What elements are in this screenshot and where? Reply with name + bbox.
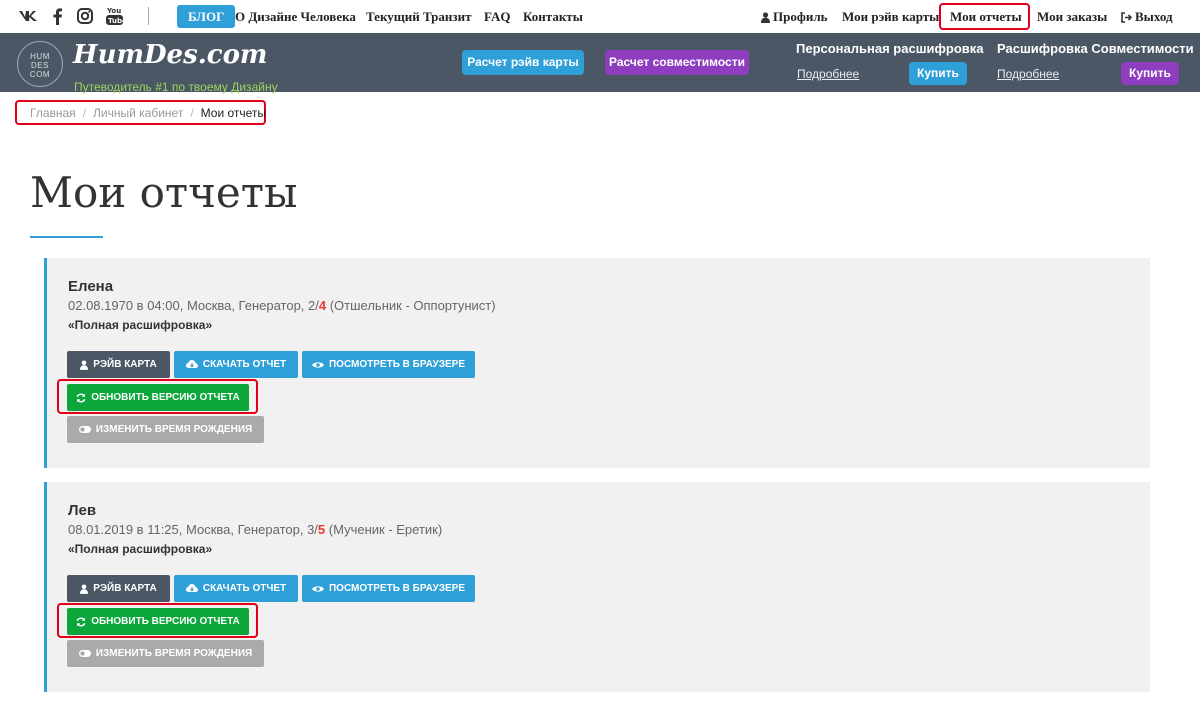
eye-icon xyxy=(311,585,324,592)
compat-decode-title: Расшифровка Совместимости xyxy=(997,41,1194,56)
facebook-icon[interactable] xyxy=(53,8,62,25)
compat-calc-button[interactable]: Расчет совместимости xyxy=(605,50,749,75)
report-profile-name: (Отшельник - Оппортунист) xyxy=(326,298,496,313)
user-icon xyxy=(80,583,89,594)
toggle-icon xyxy=(78,650,91,657)
rave-maps-link[interactable]: Мои рэйв карты xyxy=(842,9,939,25)
download-report-label: СКАЧАТЬ ОТЧЕТ xyxy=(202,583,287,594)
breadcrumb-cabinet[interactable]: Личный кабинет xyxy=(93,106,183,120)
refresh-icon xyxy=(76,617,86,626)
personal-buy-button[interactable]: Купить xyxy=(909,62,967,85)
breadcrumb-separator: / xyxy=(190,106,194,120)
view-in-browser-label: ПОСМОТРЕТЬ В БРАУЗЕРЕ xyxy=(328,359,465,370)
logo-emblem[interactable]: HUM DES COM xyxy=(17,41,63,87)
update-report-label: ОБНОВИТЬ ВЕРСИЮ ОТЧЕТА xyxy=(91,392,240,403)
compat-buy-button[interactable]: Купить xyxy=(1121,62,1179,85)
logo-tagline: Путеводитель #1 по твоему Дизайну xyxy=(74,80,278,94)
personal-decode-title: Персональная расшифровка xyxy=(796,41,984,56)
profile-label: Профиль xyxy=(773,9,828,24)
cloud-download-icon xyxy=(185,360,198,368)
view-in-browser-button[interactable]: ПОСМОТРЕТЬ В БРАУЗЕРЕ xyxy=(302,575,475,602)
update-report-label: ОБНОВИТЬ ВЕРСИЮ ОТЧЕТА xyxy=(91,616,240,627)
report-birth-info: 08.01.2019 в 11:25, Москва, Генератор, 3… xyxy=(68,522,442,537)
breadcrumb-separator: / xyxy=(82,106,87,120)
nav-contacts[interactable]: Контакты xyxy=(523,9,583,25)
svg-text:Tube: Tube xyxy=(108,17,123,25)
refresh-icon xyxy=(76,393,86,402)
instagram-icon[interactable] xyxy=(77,8,93,24)
logout-icon xyxy=(1121,11,1132,23)
change-birth-time-button[interactable]: ИЗМЕНИТЬ ВРЕМЯ РОЖДЕНИЯ xyxy=(67,416,264,443)
report-card: Лев 08.01.2019 в 11:25, Москва, Генерато… xyxy=(44,482,1150,692)
breadcrumb: Главная / Личный кабинет / Мои отчеты xyxy=(30,106,266,120)
rave-map-button[interactable]: РЭЙВ КАРТА xyxy=(67,351,170,378)
view-in-browser-button[interactable]: ПОСМОТРЕТЬ В БРАУЗЕРЕ xyxy=(302,351,475,378)
update-report-button[interactable]: ОБНОВИТЬ ВЕРСИЮ ОТЧЕТА xyxy=(67,384,249,411)
logout-label: Выход xyxy=(1135,9,1173,24)
change-birth-time-label: ИЗМЕНИТЬ ВРЕМЯ РОЖДЕНИЯ xyxy=(95,648,253,659)
toggle-icon xyxy=(78,426,91,433)
top-divider xyxy=(148,7,149,25)
compat-more-link[interactable]: Подробнее xyxy=(997,67,1059,81)
logout-link[interactable]: Выход xyxy=(1121,9,1173,25)
user-icon xyxy=(761,11,770,23)
nav-faq[interactable]: FAQ xyxy=(484,9,510,25)
logo-text[interactable]: HumDes.com xyxy=(73,40,267,70)
youtube-icon[interactable]: You Tube xyxy=(106,6,123,26)
rave-map-button[interactable]: РЭЙВ КАРТА xyxy=(67,575,170,602)
report-type: «Полная расшифровка» xyxy=(68,318,213,332)
download-report-label: СКАЧАТЬ ОТЧЕТ xyxy=(202,359,287,370)
rave-maps-label: Мои рэйв карты xyxy=(842,9,940,24)
report-info-text: 08.01.2019 в 11:25, Москва, Генератор, 3… xyxy=(68,522,318,537)
logo-emblem-line: DES xyxy=(31,61,49,70)
blog-button[interactable]: БЛОГ xyxy=(177,5,236,28)
my-orders-link[interactable]: Мои заказы xyxy=(1037,9,1107,25)
nav-transit[interactable]: Текущий Транзит xyxy=(366,9,471,25)
report-card: Елена 02.08.1970 в 04:00, Москва, Генера… xyxy=(44,258,1150,468)
logo-emblem-line: HUM xyxy=(30,52,50,61)
svg-text:You: You xyxy=(106,7,121,15)
view-in-browser-label: ПОСМОТРЕТЬ В БРАУЗЕРЕ xyxy=(328,583,465,594)
my-reports-link[interactable]: Мои отчеты xyxy=(950,9,1022,25)
my-reports-label: Мои отчеты xyxy=(950,9,1022,24)
report-type: «Полная расшифровка» xyxy=(68,542,213,556)
user-icon xyxy=(80,359,89,370)
download-report-button[interactable]: СКАЧАТЬ ОТЧЕТ xyxy=(174,351,298,378)
breadcrumb-current: Мои отчеты xyxy=(200,106,267,120)
rave-map-label: РЭЙВ КАРТА xyxy=(93,359,157,370)
site-header: HUM DES COM HumDes.com Путеводитель #1 п… xyxy=(0,33,1200,94)
personal-more-link[interactable]: Подробнее xyxy=(797,67,859,81)
report-profile-name: (Мученик - Еретик) xyxy=(325,522,443,537)
title-underline xyxy=(30,236,103,238)
download-report-button[interactable]: СКАЧАТЬ ОТЧЕТ xyxy=(174,575,298,602)
page-title: Мои отчеты xyxy=(30,168,298,217)
my-orders-label: Мои заказы xyxy=(1037,9,1108,24)
profile-link[interactable]: Профиль xyxy=(761,9,828,25)
change-birth-time-button[interactable]: ИЗМЕНИТЬ ВРЕМЯ РОЖДЕНИЯ xyxy=(67,640,264,667)
nav-about-hd[interactable]: О Дизайне Человека xyxy=(235,9,356,25)
rave-map-label: РЭЙВ КАРТА xyxy=(93,583,157,594)
report-birth-info: 02.08.1970 в 04:00, Москва, Генератор, 2… xyxy=(68,298,496,313)
rave-calc-button[interactable]: Расчет рэйв карты xyxy=(462,50,584,75)
vk-icon[interactable] xyxy=(18,10,38,22)
logo-emblem-line: COM xyxy=(29,70,51,79)
cloud-download-icon xyxy=(185,584,198,592)
report-person-name: Лев xyxy=(68,502,97,519)
report-info-text: 02.08.1970 в 04:00, Москва, Генератор, 2… xyxy=(68,298,319,313)
eye-icon xyxy=(311,361,324,368)
breadcrumb-home[interactable]: Главная xyxy=(30,106,76,120)
report-person-name: Елена xyxy=(68,278,114,295)
top-bar: You Tube БЛОГ О Дизайне Человека Текущий … xyxy=(0,0,1200,33)
change-birth-time-label: ИЗМЕНИТЬ ВРЕМЯ РОЖДЕНИЯ xyxy=(95,424,253,435)
update-report-button[interactable]: ОБНОВИТЬ ВЕРСИЮ ОТЧЕТА xyxy=(67,608,249,635)
